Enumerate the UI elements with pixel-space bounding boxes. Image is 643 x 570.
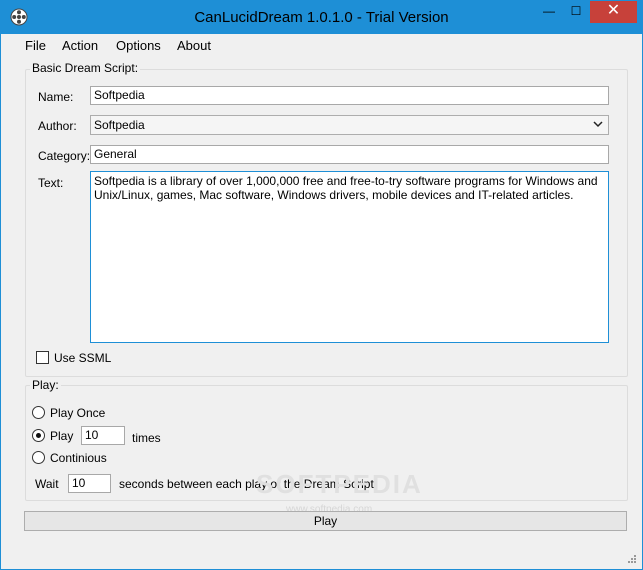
softpedia-watermark: SOFTPEDIA [256,469,423,499]
times-suffix-label: times [132,431,161,445]
play-legend: Play: [30,378,61,392]
menu-bar: File Action Options About [1,34,642,56]
maximize-button[interactable]: ☐ [563,1,589,23]
menu-about[interactable]: About [177,38,211,53]
continuous-label: Continious [50,451,107,465]
name-label: Name: [38,90,74,104]
author-selected-value: Softpedia [94,118,145,132]
app-window: CanLucidDream 1.0.1.0 - Trial Version — … [0,0,643,570]
chevron-down-icon [593,121,603,128]
author-select[interactable]: Softpedia [90,115,609,135]
script-text-area[interactable]: Softpedia is a library of over 1,000,000… [90,171,609,343]
author-label: Author: [38,119,77,133]
play-times-field[interactable]: 10 [81,426,125,445]
category-field[interactable]: General [90,145,609,164]
continuous-radio[interactable] [32,451,45,464]
play-once-radio[interactable] [32,406,45,419]
play-times-radio[interactable] [32,429,45,442]
name-field[interactable]: Softpedia [90,86,609,105]
wait-label: Wait [35,477,59,491]
dream-script-legend: Basic Dream Script: [30,61,141,75]
text-label: Text: [38,176,64,190]
menu-action[interactable]: Action [62,38,98,53]
play-once-label: Play Once [50,406,106,420]
play-button[interactable]: Play [24,511,627,531]
category-label: Category: [38,149,91,163]
title-bar[interactable]: CanLucidDream 1.0.1.0 - Trial Version — … [1,1,642,34]
use-ssml-label: Use SSML [54,351,112,365]
play-times-label: Play [50,429,74,443]
minimize-button[interactable]: — [536,1,562,23]
menu-file[interactable]: File [25,38,46,53]
use-ssml-checkbox[interactable] [36,351,49,364]
wait-field[interactable]: 10 [68,474,111,493]
resize-grip-icon[interactable] [626,553,636,563]
menu-options[interactable]: Options [116,38,161,53]
close-button[interactable]: ✕ [590,1,637,23]
